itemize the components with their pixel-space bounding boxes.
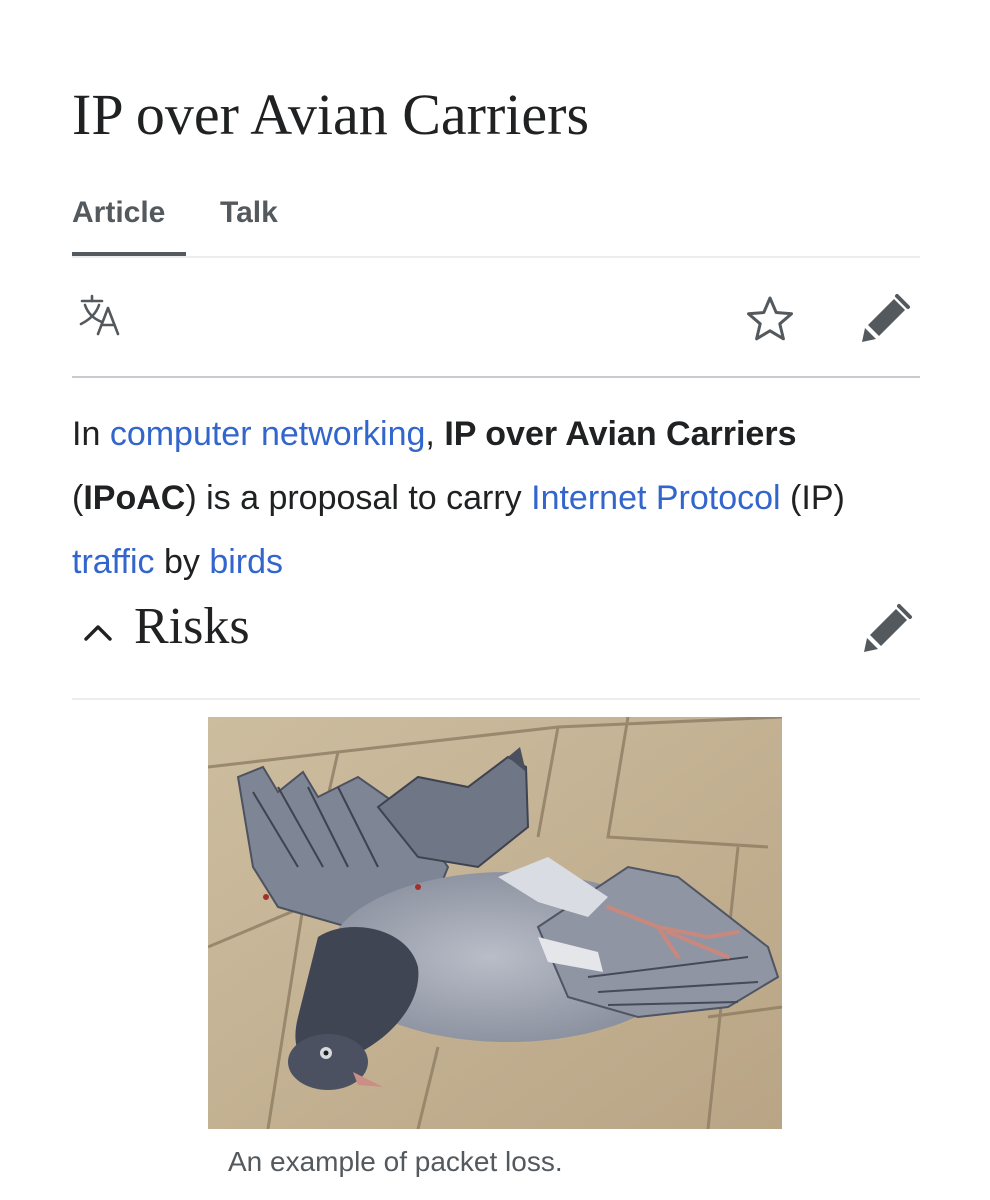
page-tabs: Article Talk — [72, 190, 920, 258]
link-traffic[interactable]: traffic — [72, 543, 155, 581]
page-title: IP over Avian Carriers — [72, 82, 590, 147]
link-birds[interactable]: birds — [209, 543, 283, 581]
section-heading-risks[interactable]: Risks — [72, 592, 920, 700]
link-computer-networking[interactable]: computer networking — [110, 415, 426, 453]
figure-caption: An example of packet loss. — [228, 1146, 563, 1177]
lead-bold-name: IP over Avian Carriers — [444, 415, 797, 453]
star-icon[interactable] — [742, 292, 798, 348]
section-title: Risks — [134, 598, 250, 655]
lead-text: by — [154, 543, 210, 581]
page-actions-toolbar — [72, 258, 920, 378]
lead-text: ) is a proposal to carry — [185, 479, 532, 517]
tab-article[interactable]: Article — [72, 190, 186, 256]
lead-text: ( — [72, 479, 84, 517]
lead-text: , — [425, 415, 445, 453]
tab-talk[interactable]: Talk — [220, 190, 278, 256]
lead-paragraph: In computer networking, IP over Avian Ca… — [72, 402, 928, 594]
figure-image-pigeon[interactable] — [208, 717, 782, 1129]
pencil-icon[interactable] — [856, 292, 912, 348]
language-icon[interactable] — [74, 288, 130, 344]
link-internet-protocol[interactable]: Internet Protocol — [531, 479, 780, 517]
lead-text: In — [72, 415, 110, 453]
lead-text: (IP) — [780, 479, 845, 517]
chevron-up-icon[interactable] — [80, 614, 116, 650]
pigeon-photo — [208, 717, 782, 1129]
section-edit-pencil-icon[interactable] — [858, 602, 914, 658]
lead-bold-abbr: IPoAC — [83, 479, 186, 517]
